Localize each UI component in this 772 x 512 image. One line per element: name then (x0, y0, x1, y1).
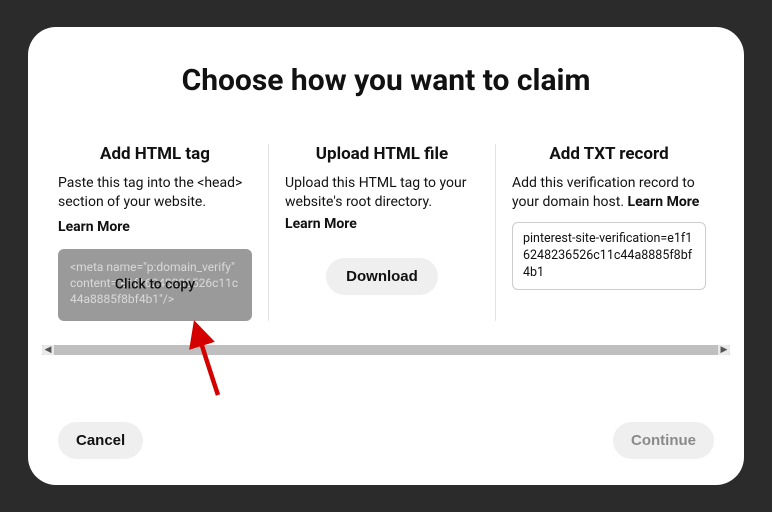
download-button[interactable]: Download (326, 258, 438, 295)
column-html-tag: Add HTML tag Paste this tag into the <he… (58, 144, 268, 321)
column-desc: Upload this HTML tag to your website's r… (285, 174, 479, 212)
column-txt-record: Add TXT record Add this verification rec… (495, 144, 722, 321)
continue-button[interactable]: Continue (613, 422, 714, 459)
html-tag-code-box[interactable]: <meta name="p:domain_verify" content="e1… (58, 249, 252, 322)
scrollbar-track[interactable] (42, 345, 730, 355)
cancel-button[interactable]: Cancel (58, 422, 143, 459)
learn-more-link[interactable]: Learn More (285, 216, 479, 232)
column-heading: Add HTML tag (58, 144, 252, 164)
column-heading: Upload HTML file (285, 144, 479, 164)
columns: Add HTML tag Paste this tag into the <he… (58, 144, 722, 321)
annotation-arrow-icon (156, 315, 246, 405)
claim-modal: Choose how you want to claim Add HTML ta… (28, 27, 744, 485)
learn-more-link[interactable]: Learn More (58, 219, 130, 235)
column-upload-file: Upload HTML file Upload this HTML tag to… (268, 144, 495, 321)
modal-footer: Cancel Continue (28, 422, 744, 465)
learn-more-link[interactable]: Learn More (628, 194, 700, 210)
column-desc: Paste this tag into the <head> section o… (58, 174, 252, 212)
columns-wrap: Add HTML tag Paste this tag into the <he… (28, 144, 744, 321)
download-row: Download (285, 258, 479, 295)
column-heading: Add TXT record (512, 144, 706, 164)
scroll-right-arrow-icon[interactable]: ▶ (718, 345, 730, 355)
scroll-left-arrow-icon[interactable]: ◀ (42, 345, 54, 355)
html-tag-code: <meta name="p:domain_verify" content="e1… (70, 260, 238, 306)
column-desc: Add this verification record to your dom… (512, 174, 706, 212)
txt-record-box[interactable]: pinterest-site-verification=e1f162482365… (512, 222, 706, 291)
horizontal-scrollbar[interactable]: ◀ ▶ (42, 345, 730, 355)
modal-title: Choose how you want to claim (28, 63, 744, 98)
